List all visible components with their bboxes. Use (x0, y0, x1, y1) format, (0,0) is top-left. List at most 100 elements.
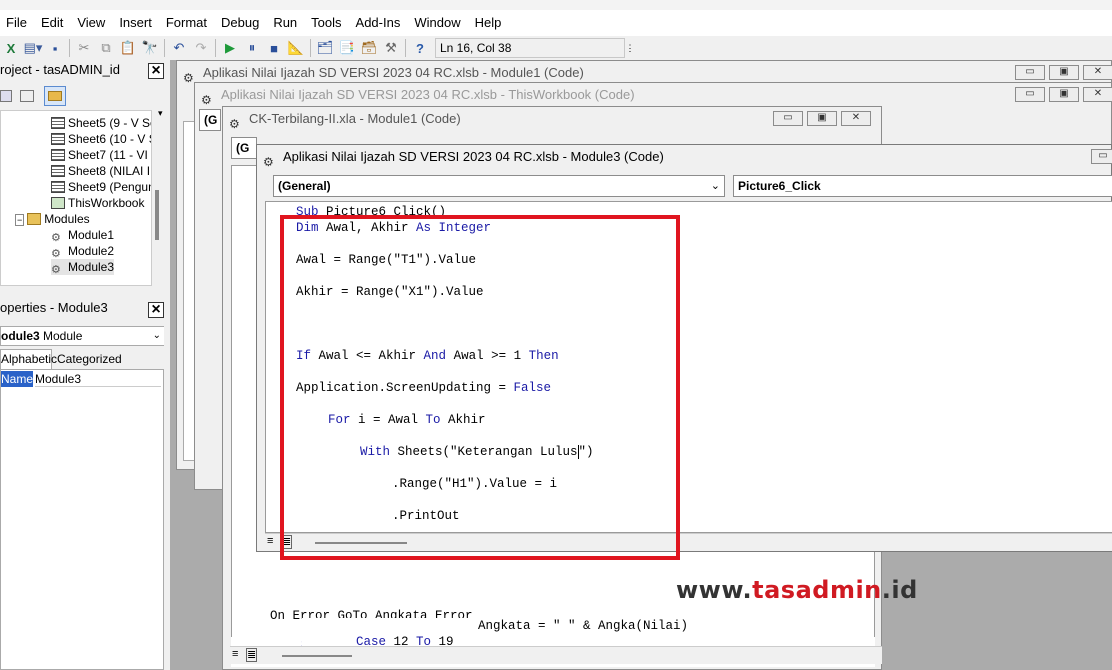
tree-item-sheet9[interactable]: Sheet9 (Pengum (51, 179, 151, 195)
close-properties-icon[interactable]: × (148, 302, 164, 318)
break-icon[interactable]: ⏸ (241, 37, 263, 59)
undo-icon[interactable]: ↶ (168, 37, 190, 59)
code-keyword: As Integer (416, 221, 492, 235)
watermark: www.tasadmin.id (676, 576, 918, 604)
minimize-button[interactable]: ▭ (1015, 65, 1045, 80)
excel-icon[interactable]: X (0, 37, 22, 59)
tab-categorized[interactable]: Categorized (54, 350, 122, 369)
restore-button[interactable]: ▣ (1049, 87, 1079, 102)
object-select[interactable]: (G (231, 137, 257, 159)
menu-run[interactable]: Run (267, 10, 305, 36)
tree-item-modules-folder[interactable]: − Modules (15, 211, 90, 227)
sheet-icon (51, 117, 65, 129)
menu-tools[interactable]: Tools (305, 10, 349, 36)
code-line-2: Dim Awal, Akhir As Integer (296, 221, 492, 235)
code-keyword: And (423, 349, 447, 363)
menu-insert[interactable]: Insert (113, 10, 160, 36)
code-window-icon: ⚙ (263, 155, 274, 169)
full-module-view-icon[interactable]: ≣ (246, 648, 258, 662)
object-browser-icon[interactable]: 🗃 (358, 37, 380, 59)
project-tree: Sheet5 (9 - V Se Sheet6 (10 - V S Sheet7… (0, 110, 152, 286)
restore-button[interactable]: ▣ (1049, 65, 1079, 80)
project-tree-scrollbar[interactable] (155, 190, 159, 240)
toolbar-overflow-icon[interactable]: ⋮ (625, 37, 635, 59)
code-line-10: .PrintOut (392, 509, 460, 523)
chevron-down-icon: ⌄ (152, 330, 161, 341)
procedure-select[interactable]: Picture6_Click (733, 175, 1112, 197)
menu-format[interactable]: Format (160, 10, 215, 36)
menu-add-ins[interactable]: Add-Ins (350, 10, 409, 36)
close-button[interactable]: ✕ (841, 111, 871, 126)
tree-item-sheet5[interactable]: Sheet5 (9 - V Se (51, 115, 151, 131)
menu-window[interactable]: Window (408, 10, 468, 36)
toolbar-separator (405, 39, 406, 57)
toolbox-icon[interactable]: ⚒ (380, 37, 402, 59)
project-explorer-icon[interactable]: 🗂 (314, 37, 336, 59)
paste-icon[interactable]: 📋 (117, 37, 139, 59)
object-select[interactable]: (G (199, 109, 221, 131)
menu-view[interactable]: View (71, 10, 113, 36)
menu-help[interactable]: Help (469, 10, 510, 36)
module-icon: ⚙ (51, 264, 61, 276)
code-keyword: False (513, 381, 552, 395)
menu-debug[interactable]: Debug (215, 10, 267, 36)
close-project-explorer-icon[interactable]: × (148, 63, 164, 79)
save-icon[interactable]: ▪ (44, 37, 66, 59)
code-line-9: .Range("H1").Value = i (392, 477, 558, 491)
tree-item-module1[interactable]: ⚙ Module1 (51, 227, 114, 244)
code-keyword: Dim (296, 221, 319, 235)
toolbar-separator (215, 39, 216, 57)
design-mode-icon[interactable]: 📐 (285, 37, 307, 59)
close-button[interactable]: ✕ (1083, 87, 1112, 102)
code-window-icon: ⚙ (201, 93, 212, 107)
tree-item-sheet7[interactable]: Sheet7 (11 - VI S (51, 147, 151, 163)
sheet-icon (51, 165, 65, 177)
help-icon[interactable]: ? (409, 37, 431, 59)
tree-item-thisworkbook[interactable]: ThisWorkbook (51, 195, 144, 211)
property-name-cell[interactable]: Name) (1, 371, 37, 387)
standard-toolbar: X ▤▾ ▪ ✂ ⧉ 📋 🔭 ↶ ↷ ▶ ⏸ ■ 📐 🗂 📑 🗃 ⚒ ? Ln … (0, 36, 1112, 60)
reset-icon[interactable]: ■ (263, 37, 285, 59)
run-icon[interactable]: ▶ (219, 37, 241, 59)
horizontal-scrollbar[interactable] (282, 655, 352, 657)
code-editor[interactable]: Sub Picture6_Click() Dim Awal, Akhir As … (265, 201, 1112, 533)
procedure-view-icon[interactable]: ≡ (267, 535, 273, 547)
menu-file[interactable]: File (0, 10, 35, 36)
property-value-cell[interactable]: Module3 (35, 371, 161, 387)
minimize-button[interactable]: ▭ (773, 111, 803, 126)
cut-icon[interactable]: ✂ (73, 37, 95, 59)
restore-button[interactable]: ▣ (807, 111, 837, 126)
general-select[interactable]: (General) ⌄ (273, 175, 725, 197)
code-line-6: Application.ScreenUpdating = False (296, 381, 552, 395)
tab-alphabetic[interactable]: Alphabetic (0, 349, 57, 369)
code-line: Angkata = " " & Angka(Nilai) (388, 619, 689, 633)
full-module-view-icon[interactable]: ≣ (281, 535, 293, 549)
view-code-icon[interactable] (0, 90, 12, 102)
procedure-view-icon[interactable]: ≡ (232, 648, 238, 660)
tree-item-module3[interactable]: ⚙ Module3 (51, 259, 115, 276)
module-icon: ⚙ (51, 248, 61, 260)
properties-window-icon[interactable]: 📑 (336, 37, 358, 59)
view-object-icon[interactable] (20, 90, 34, 102)
workbook-icon (51, 197, 65, 209)
minimize-button[interactable]: ▭ (1015, 87, 1045, 102)
code-keyword: For (328, 413, 351, 427)
tree-item-module2[interactable]: ⚙ Module2 (51, 243, 114, 260)
collapse-icon[interactable]: − (15, 214, 25, 226)
close-button[interactable]: ✕ (1083, 65, 1112, 80)
find-icon[interactable]: 🔭 (139, 37, 161, 59)
chevron-down-icon[interactable]: ▾ (158, 108, 163, 119)
tree-item-sheet6[interactable]: Sheet6 (10 - V S (51, 131, 151, 147)
toggle-folders-icon[interactable] (44, 86, 66, 106)
folder-icon (27, 213, 42, 225)
properties-object-select[interactable]: odule3 Module ⌄ (0, 326, 166, 346)
redo-icon[interactable]: ↷ (190, 37, 212, 59)
copy-icon[interactable]: ⧉ (95, 37, 117, 59)
minimize-button[interactable]: ▭ (1091, 149, 1112, 164)
menu-edit[interactable]: Edit (35, 10, 71, 36)
project-explorer-title: roject - tasADMIN_id (0, 60, 170, 80)
insert-userform-icon[interactable]: ▤▾ (22, 37, 44, 59)
tree-item-sheet8[interactable]: Sheet8 (NILAI I (51, 163, 150, 179)
horizontal-scrollbar[interactable] (315, 542, 407, 544)
code-line-3: Awal = Range("T1").Value (296, 253, 477, 267)
